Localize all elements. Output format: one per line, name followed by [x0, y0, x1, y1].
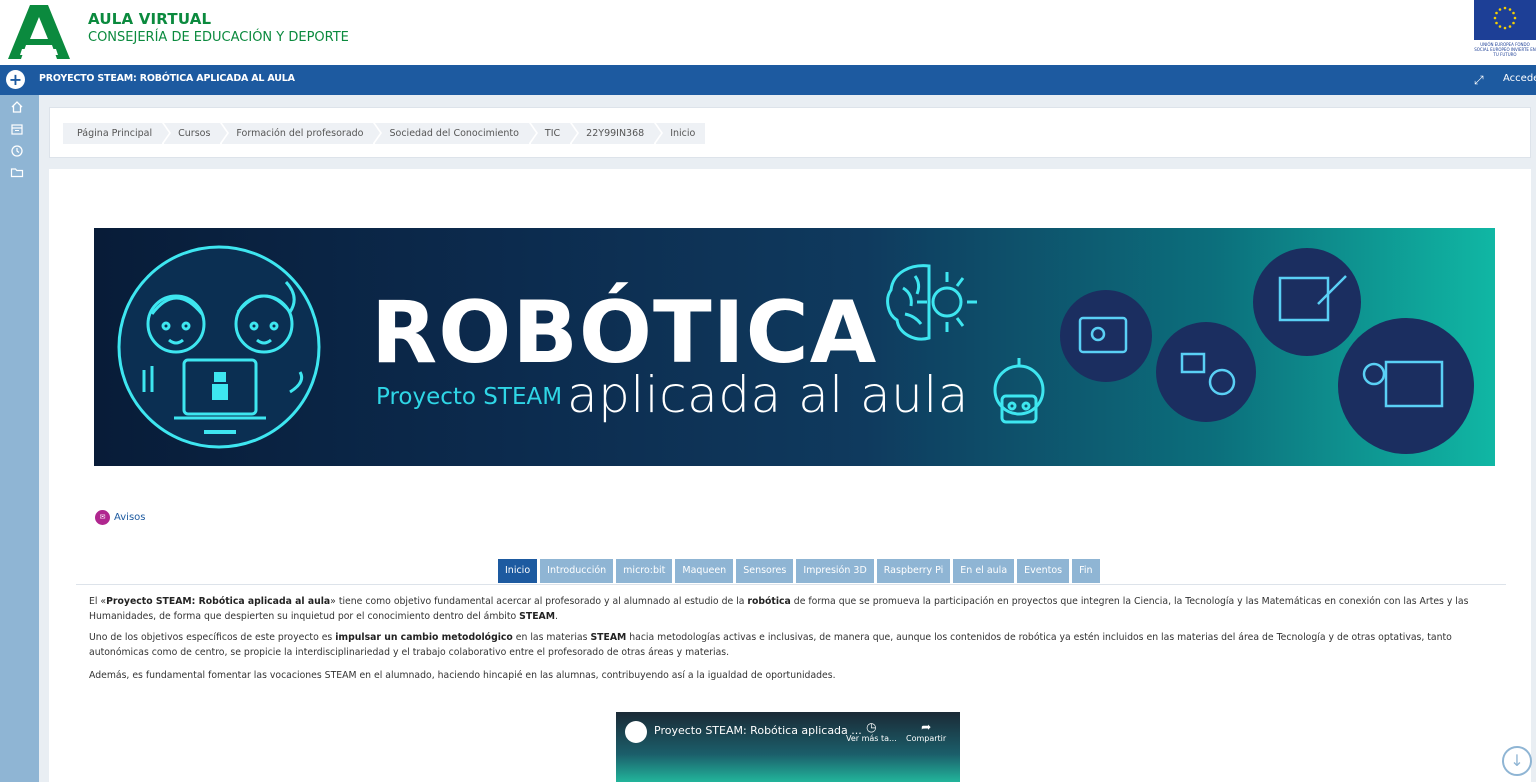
tab-raspberry-pi[interactable]: Raspberry Pi: [876, 559, 951, 583]
intro-paragraph-3: Además, es fundamental fomentar las voca…: [89, 670, 836, 681]
robot-head-icon: [993, 358, 1045, 424]
share-button[interactable]: ➦ Compartir: [906, 720, 946, 743]
tab-introduccion[interactable]: Introducción: [540, 559, 614, 583]
video-title[interactable]: Proyecto STEAM: Robótica aplicada ...: [654, 724, 862, 737]
tabs-divider: [76, 584, 1506, 585]
course-bar: + PROYECTO STEAM: ROBÓTICA APLICADA AL A…: [0, 65, 1536, 95]
main-content: ROBÓTICA Proyecto STEAM aplicada al aula: [49, 169, 1531, 782]
clock-icon[interactable]: [9, 144, 25, 160]
video-embed[interactable]: Proyecto STEAM: Robótica aplicada ... ◷ V…: [616, 712, 960, 782]
breadcrumb: Página Principal Cursos Formación del pr…: [63, 123, 707, 144]
section-tabs: Inicio Introducción micro:bit Maqueen Se…: [498, 559, 1103, 583]
forum-icon: ✉: [95, 510, 110, 525]
breadcrumb-item[interactable]: Formación del profesorado: [222, 123, 383, 144]
avisos-link[interactable]: ✉ Avisos: [95, 510, 146, 525]
breadcrumb-item[interactable]: 22Y99IN368: [572, 123, 664, 144]
expand-icon[interactable]: ⤢: [1474, 73, 1484, 88]
eu-flag-icon: [1474, 0, 1536, 40]
clock-icon: ◷: [866, 720, 877, 734]
breadcrumb-item[interactable]: Sociedad del Conocimiento: [375, 123, 539, 144]
intro-paragraph-2: Uno de los objetivos específicos de este…: [89, 632, 1452, 658]
tab-inicio[interactable]: Inicio: [498, 559, 538, 583]
arrow-down-icon: ↓: [1510, 751, 1524, 770]
site-title: AULA VIRTUAL: [88, 10, 212, 28]
eu-caption: UNIÓN EUROPEA FONDO SOCIAL EUROPEO INVIE…: [1474, 42, 1536, 57]
tab-sensores[interactable]: Sensores: [736, 559, 794, 583]
plus-icon[interactable]: +: [6, 70, 25, 89]
breadcrumb-item[interactable]: Cursos: [164, 123, 230, 144]
watch-later-button[interactable]: ◷ Ver más ta...: [846, 720, 897, 743]
site-subtitle: CONSEJERÍA DE EDUCACIÓN Y DEPORTE: [88, 30, 349, 45]
tab-impresion-3d[interactable]: Impresión 3D: [796, 559, 874, 583]
steam-icons-cluster: [1060, 248, 1474, 454]
access-link[interactable]: Acceder: [1503, 73, 1536, 84]
calendar-icon[interactable]: [9, 122, 25, 138]
banner-subtitle-large: aplicada al aula: [567, 366, 969, 424]
banner-title: ROBÓTICA: [371, 283, 878, 383]
course-title[interactable]: PROYECTO STEAM: ROBÓTICA APLICADA AL AUL…: [39, 73, 295, 84]
breadcrumb-item[interactable]: Inicio: [656, 123, 706, 144]
avisos-label[interactable]: Avisos: [114, 512, 146, 523]
tab-eventos[interactable]: Eventos: [1017, 559, 1070, 583]
channel-logo-icon[interactable]: [625, 721, 647, 743]
tab-microbit[interactable]: micro:bit: [616, 559, 673, 583]
eu-logo: UNIÓN EUROPEA FONDO SOCIAL EUROPEO INVIE…: [1474, 0, 1536, 62]
junta-logo[interactable]: [8, 3, 70, 59]
tab-maqueen[interactable]: Maqueen: [675, 559, 734, 583]
banner-subtitle-small: Proyecto STEAM: [376, 384, 563, 410]
course-banner: ROBÓTICA Proyecto STEAM aplicada al aula: [94, 228, 1495, 466]
site-title-block: AULA VIRTUAL CONSEJERÍA DE EDUCACIÓN Y D…: [88, 10, 349, 45]
home-icon[interactable]: [9, 100, 25, 116]
site-header: AULA VIRTUAL CONSEJERÍA DE EDUCACIÓN Y D…: [0, 0, 1536, 65]
folder-icon[interactable]: [9, 165, 25, 181]
brain-gear-icon: [886, 264, 977, 341]
intro-paragraph-1: El «Proyecto STEAM: Robótica aplicada al…: [89, 596, 1469, 622]
left-sidebar: [0, 95, 39, 782]
tab-fin[interactable]: Fin: [1072, 559, 1100, 583]
tab-en-el-aula[interactable]: En el aula: [953, 559, 1015, 583]
breadcrumb-item[interactable]: Página Principal: [63, 123, 172, 144]
share-icon: ➦: [921, 720, 932, 734]
students-illustration-icon: [117, 245, 321, 449]
scroll-down-button[interactable]: ↓: [1502, 746, 1532, 776]
breadcrumb-panel: Página Principal Cursos Formación del pr…: [49, 107, 1531, 158]
